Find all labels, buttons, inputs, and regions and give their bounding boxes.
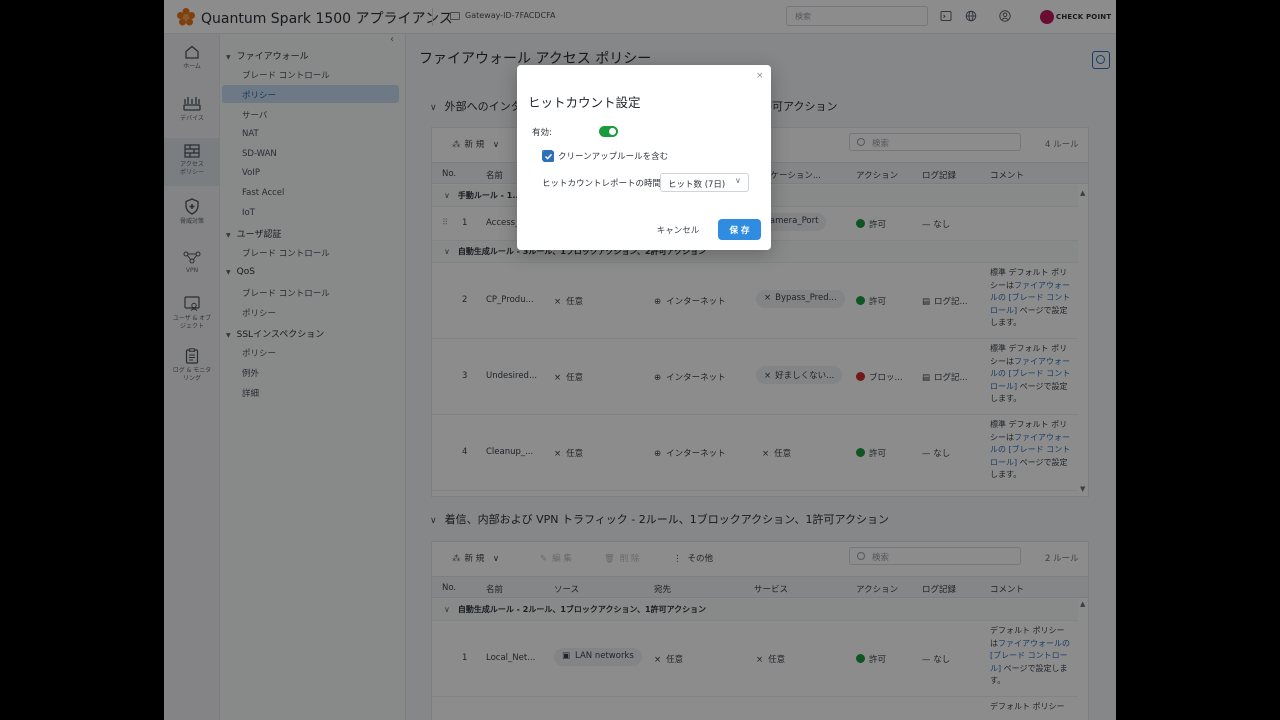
enabled-label: 有効: (532, 128, 552, 138)
period-select[interactable]: ヒット数 (7日) ∨ (660, 173, 749, 192)
close-icon[interactable]: × (756, 71, 764, 81)
cleanup-label: クリーンアップルールを含む (558, 152, 669, 162)
toggle-knob (609, 128, 616, 135)
enabled-toggle[interactable] (599, 126, 618, 137)
hit-count-settings-dialog: × ヒットカウント設定 有効: クリーンアップルールを含む ヒットカウントレポー… (517, 65, 771, 250)
save-button[interactable]: 保 存 (718, 219, 761, 240)
chevron-down-icon: ∨ (735, 176, 741, 185)
period-value: ヒット数 (7日) (668, 180, 726, 190)
checkmark-icon (543, 151, 554, 162)
cancel-button[interactable]: キャンセル (648, 220, 708, 239)
period-label: ヒットカウントレポートの時間 (542, 179, 662, 189)
dialog-title: ヒットカウント設定 (528, 95, 641, 110)
cleanup-checkbox[interactable] (542, 150, 554, 162)
